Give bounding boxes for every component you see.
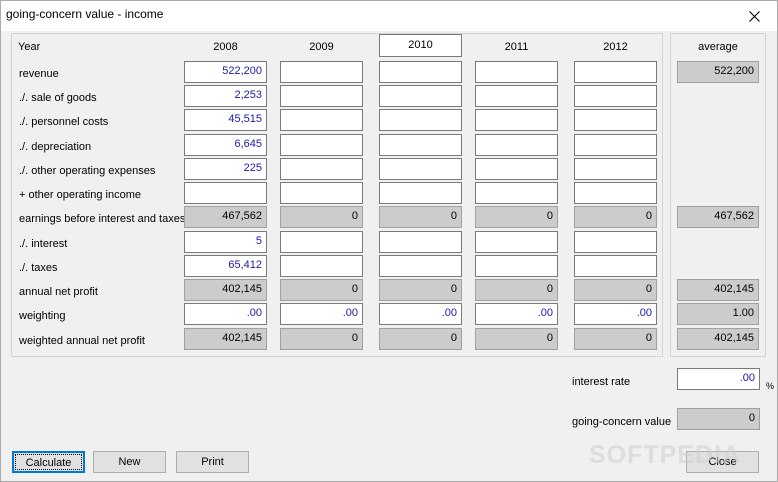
value-input[interactable]	[475, 134, 558, 156]
value-input[interactable]	[280, 134, 363, 156]
new-button[interactable]: New	[93, 451, 166, 473]
going-concern-value: 0	[677, 408, 760, 430]
calculate-button[interactable]: Calculate	[12, 451, 85, 473]
value-input[interactable]: 45,515	[184, 109, 267, 131]
value-input[interactable]	[280, 231, 363, 253]
average-value: 402,145	[677, 328, 759, 350]
value-input[interactable]	[475, 85, 558, 107]
value-input[interactable]	[379, 61, 462, 83]
value-input[interactable]	[574, 231, 657, 253]
value-input[interactable]: .00	[280, 303, 363, 325]
close-icon	[748, 10, 760, 22]
value-input[interactable]: 5	[184, 231, 267, 253]
value-input[interactable]	[184, 182, 267, 204]
year-header-2011: 2011	[504, 41, 529, 53]
value-input[interactable]	[574, 109, 657, 131]
value-readonly: 0	[475, 328, 558, 350]
average-value: 522,200	[677, 61, 759, 83]
value-input[interactable]: .00	[574, 303, 657, 325]
value-readonly: 467,562	[184, 206, 267, 228]
value-input[interactable]: 225	[184, 158, 267, 180]
value-readonly: 0	[280, 328, 363, 350]
value-input[interactable]	[379, 134, 462, 156]
row-label: ./. taxes	[19, 262, 58, 274]
row-label: weighted annual net profit	[19, 335, 145, 347]
value-input[interactable]: .00	[475, 303, 558, 325]
value-input[interactable]	[280, 109, 363, 131]
value-input[interactable]	[379, 255, 462, 277]
average-value: 467,562	[677, 206, 759, 228]
value-input[interactable]: .00	[379, 303, 462, 325]
value-input[interactable]: 522,200	[184, 61, 267, 83]
value-readonly: 402,145	[184, 328, 267, 350]
value-input[interactable]	[379, 231, 462, 253]
value-input[interactable]	[280, 255, 363, 277]
value-readonly: 0	[280, 279, 363, 301]
row-label: ./. sale of goods	[19, 92, 97, 104]
row-label: revenue	[19, 68, 59, 80]
value-readonly: 0	[574, 206, 657, 228]
value-input[interactable]	[475, 255, 558, 277]
year-header-2010[interactable]: 2010	[379, 34, 462, 57]
value-input[interactable]	[379, 85, 462, 107]
value-input[interactable]	[280, 61, 363, 83]
value-input[interactable]	[475, 182, 558, 204]
app-window: going-concern value - income Year 2008 200…	[0, 0, 778, 482]
average-value: 1.00	[677, 303, 759, 325]
value-input[interactable]	[574, 134, 657, 156]
year-header-2009: 2009	[309, 41, 334, 53]
value-input[interactable]	[379, 109, 462, 131]
year-header: Year	[18, 41, 41, 53]
value-input[interactable]	[280, 85, 363, 107]
row-label: ./. depreciation	[19, 141, 92, 153]
row-label: earnings before interest and taxes	[19, 213, 186, 225]
window-title: going-concern value - income	[6, 7, 164, 21]
row-label: ./. interest	[19, 238, 68, 250]
title-bar: going-concern value - income	[1, 1, 777, 31]
value-readonly: 0	[379, 206, 462, 228]
row-label: annual net profit	[19, 286, 98, 298]
row-label: ./. other operating expenses	[19, 165, 156, 177]
value-readonly: 0	[574, 279, 657, 301]
percent-unit: %	[766, 381, 775, 391]
value-readonly: 402,145	[184, 279, 267, 301]
value-input[interactable]	[280, 182, 363, 204]
print-button[interactable]: Print	[176, 451, 249, 473]
value-readonly: 0	[379, 328, 462, 350]
value-input[interactable]: 6,645	[184, 134, 267, 156]
value-input[interactable]	[475, 61, 558, 83]
value-input[interactable]	[574, 255, 657, 277]
value-input[interactable]	[379, 158, 462, 180]
value-input[interactable]	[379, 182, 462, 204]
row-label: weighting	[19, 310, 66, 322]
value-input[interactable]	[574, 182, 657, 204]
value-input[interactable]	[280, 158, 363, 180]
row-label: ./. personnel costs	[19, 116, 109, 128]
year-header-2008: 2008	[213, 41, 238, 53]
value-input[interactable]	[574, 85, 657, 107]
window-close-button[interactable]	[731, 1, 777, 31]
value-readonly: 0	[574, 328, 657, 350]
average-header: average	[698, 41, 738, 53]
value-input[interactable]: .00	[184, 303, 267, 325]
value-input[interactable]	[475, 231, 558, 253]
watermark-logo: SOFTPEDIA	[589, 441, 742, 469]
value-input[interactable]	[574, 158, 657, 180]
value-readonly: 0	[280, 206, 363, 228]
value-input[interactable]: 2,253	[184, 85, 267, 107]
interest-rate-label: interest rate	[572, 376, 631, 388]
interest-rate-input[interactable]: .00	[677, 368, 760, 390]
value-readonly: 0	[475, 279, 558, 301]
value-input[interactable]: 65,412	[184, 255, 267, 277]
average-value: 402,145	[677, 279, 759, 301]
value-input[interactable]	[475, 109, 558, 131]
year-header-2012: 2012	[603, 41, 628, 53]
going-concern-label: going-concern value	[572, 416, 672, 428]
value-readonly: 0	[379, 279, 462, 301]
value-readonly: 0	[475, 206, 558, 228]
value-input[interactable]	[475, 158, 558, 180]
value-input[interactable]	[574, 61, 657, 83]
row-label: + other operating income	[19, 189, 141, 201]
